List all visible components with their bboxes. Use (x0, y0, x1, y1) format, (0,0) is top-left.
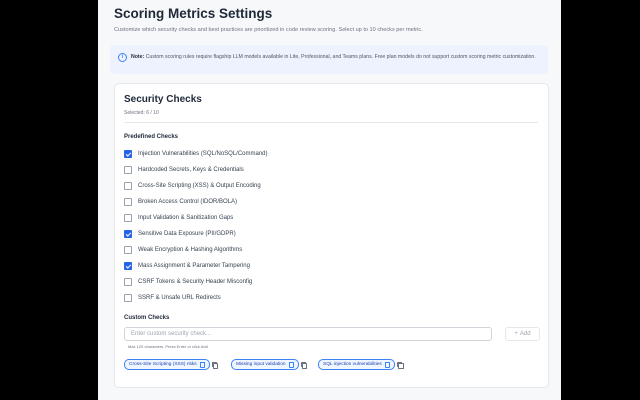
page-title: Scoring Metrics Settings (114, 6, 273, 21)
check-row[interactable]: SSRF & Unsafe URL Redirects (124, 293, 221, 303)
chip-label: Cross-Site Scripting (XSS) risks (129, 362, 197, 367)
check-label: Cross-Site Scripting (XSS) & Output Enco… (138, 183, 261, 189)
check-row[interactable]: Injection Vulnerabilities (SQL/NoSQL/Com… (124, 149, 268, 159)
note-body: Custom scoring rules require flagship LL… (145, 54, 536, 60)
settings-page: Scoring Metrics Settings Customize which… (98, 0, 561, 400)
check-row[interactable]: Cross-Site Scripting (XSS) & Output Enco… (124, 181, 261, 191)
card-title: Security Checks (124, 94, 202, 105)
page-subtitle: Customize which security checks and best… (114, 27, 423, 33)
check-row[interactable]: CSRF Tokens & Security Header Misconfig (124, 277, 252, 287)
check-label: Weak Encryption & Hashing Algorithms (138, 247, 243, 253)
check-row[interactable]: Hardcoded Secrets, Keys & Credentials (124, 165, 244, 175)
check-label: Sensitive Data Exposure (PII/GDPR) (138, 231, 236, 237)
check-row[interactable]: Input Validation & Sanitization Gaps (124, 213, 233, 223)
trash-icon[interactable] (288, 361, 294, 368)
plan-note: i Note: Custom scoring rules require fla… (110, 45, 548, 74)
chip: Cross-Site Scripting (XSS) risks (124, 359, 210, 370)
check-label: Mass Assignment & Parameter Tampering (138, 263, 250, 269)
add-button-label: Add (519, 331, 531, 337)
checkbox[interactable] (124, 246, 132, 254)
check-row[interactable]: Mass Assignment & Parameter Tampering (124, 261, 250, 271)
predefined-checks-label: Predefined Checks (124, 134, 179, 140)
copy-icon[interactable] (396, 362, 404, 369)
chip: Missing input validation (231, 359, 299, 370)
custom-chip: Missing input validation (231, 359, 308, 370)
checkbox[interactable] (124, 278, 132, 286)
custom-checks-label: Custom Checks (124, 315, 170, 321)
add-button[interactable]: + Add (505, 327, 540, 341)
check-label: SSRF & Unsafe URL Redirects (138, 295, 221, 301)
checkbox[interactable] (124, 198, 132, 206)
chip-label: SQL injection vulnerabilities (323, 362, 382, 367)
check-label: Injection Vulnerabilities (SQL/NoSQL/Com… (138, 151, 268, 157)
info-icon: i (118, 53, 127, 62)
checkbox[interactable] (124, 166, 132, 174)
note-text: Note: Custom scoring rules require flags… (131, 53, 541, 61)
divider (124, 122, 538, 123)
chip-label: Missing input validation (236, 362, 286, 367)
check-row[interactable]: Sensitive Data Exposure (PII/GDPR) (124, 229, 236, 239)
check-label: Broken Access Control (IDOR/BOLA) (138, 199, 238, 205)
custom-chip: Cross-Site Scripting (XSS) risks (124, 359, 219, 370)
copy-icon[interactable] (300, 362, 308, 369)
check-row[interactable]: Broken Access Control (IDOR/BOLA) (124, 197, 237, 207)
selected-count: Selected: 6 / 10 (124, 110, 159, 116)
checkbox[interactable] (124, 262, 132, 270)
check-row[interactable]: Weak Encryption & Hashing Algorithms (124, 245, 242, 255)
input-hint: Max 120 characters. Press Enter or click… (128, 344, 208, 349)
custom-check-input[interactable]: Enter custom security check... (124, 327, 492, 341)
trash-icon[interactable] (384, 361, 390, 368)
copy-icon[interactable] (211, 362, 219, 369)
plus-icon: + (514, 331, 518, 337)
check-label: Input Validation & Sanitization Gaps (138, 215, 234, 221)
custom-chip: SQL injection vulnerabilities (318, 359, 404, 370)
checkbox[interactable] (124, 230, 132, 238)
note-label: Note: (131, 54, 145, 60)
checkbox[interactable] (124, 150, 132, 158)
chip: SQL injection vulnerabilities (318, 359, 395, 370)
trash-icon[interactable] (199, 361, 205, 368)
checkbox[interactable] (124, 214, 132, 222)
security-checks-card: Security Checks Selected: 6 / 10 Predefi… (114, 83, 549, 388)
check-label: Hardcoded Secrets, Keys & Credentials (138, 167, 244, 173)
checkbox[interactable] (124, 294, 132, 302)
checkbox[interactable] (124, 182, 132, 190)
check-label: CSRF Tokens & Security Header Misconfig (138, 279, 253, 285)
